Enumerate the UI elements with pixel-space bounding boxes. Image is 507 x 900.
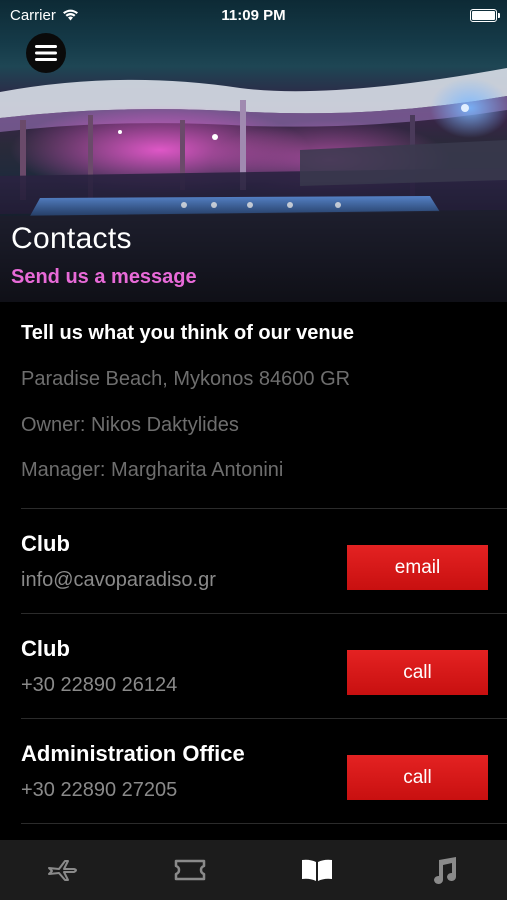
battery-level [472, 10, 495, 20]
wifi-icon [62, 9, 78, 21]
ticket-icon [174, 859, 206, 881]
contact-name: Club [21, 636, 70, 661]
venue-photo [0, 68, 507, 302]
contact-phone: +30 22890 27205 [21, 779, 178, 801]
contact-phone: +30 22890 26124 [21, 674, 178, 696]
call-button[interactable]: call [347, 650, 488, 695]
open-book-icon [301, 859, 332, 881]
send-message-link[interactable]: Send us a message [11, 266, 197, 289]
email-button[interactable]: email [347, 545, 488, 590]
battery-icon [470, 8, 500, 22]
carrier-group: Carrier [10, 7, 79, 24]
contact-email: info@cavoparadiso.gr [21, 569, 216, 591]
contact-name: Club [21, 531, 70, 556]
hero-image: Carrier 11:09 PM Contacts Send us a mess… [0, 0, 507, 302]
tab-info[interactable] [287, 845, 347, 895]
tab-music[interactable] [414, 845, 474, 895]
tab-bar [0, 840, 507, 900]
intro-heading: Tell us what you think of our venue [21, 322, 354, 344]
contacts-content: Tell us what you think of our venue Para… [0, 302, 507, 840]
owner-text: Owner: Nikos Daktylides [21, 414, 239, 436]
app-screen: Carrier 11:09 PM Contacts Send us a mess… [0, 0, 507, 900]
page-title: Contacts [11, 222, 132, 255]
divider [21, 508, 507, 509]
carrier-label: Carrier [10, 6, 56, 24]
divider [21, 718, 507, 719]
manager-text: Manager: Margharita Antonini [21, 459, 284, 481]
contact-name: Administration Office [21, 741, 245, 766]
airplane-icon [48, 860, 78, 881]
address-text: Paradise Beach, Mykonos 84600 GR [21, 368, 351, 390]
music-note-icon [433, 857, 456, 884]
divider [21, 613, 507, 614]
tab-tickets[interactable] [160, 845, 220, 895]
status-bar: Carrier 11:09 PM [0, 0, 507, 30]
hamburger-menu-icon [35, 45, 57, 61]
tab-flights[interactable] [33, 845, 93, 895]
divider [21, 823, 507, 824]
menu-button[interactable] [26, 33, 66, 73]
call-button[interactable]: call [347, 755, 488, 800]
